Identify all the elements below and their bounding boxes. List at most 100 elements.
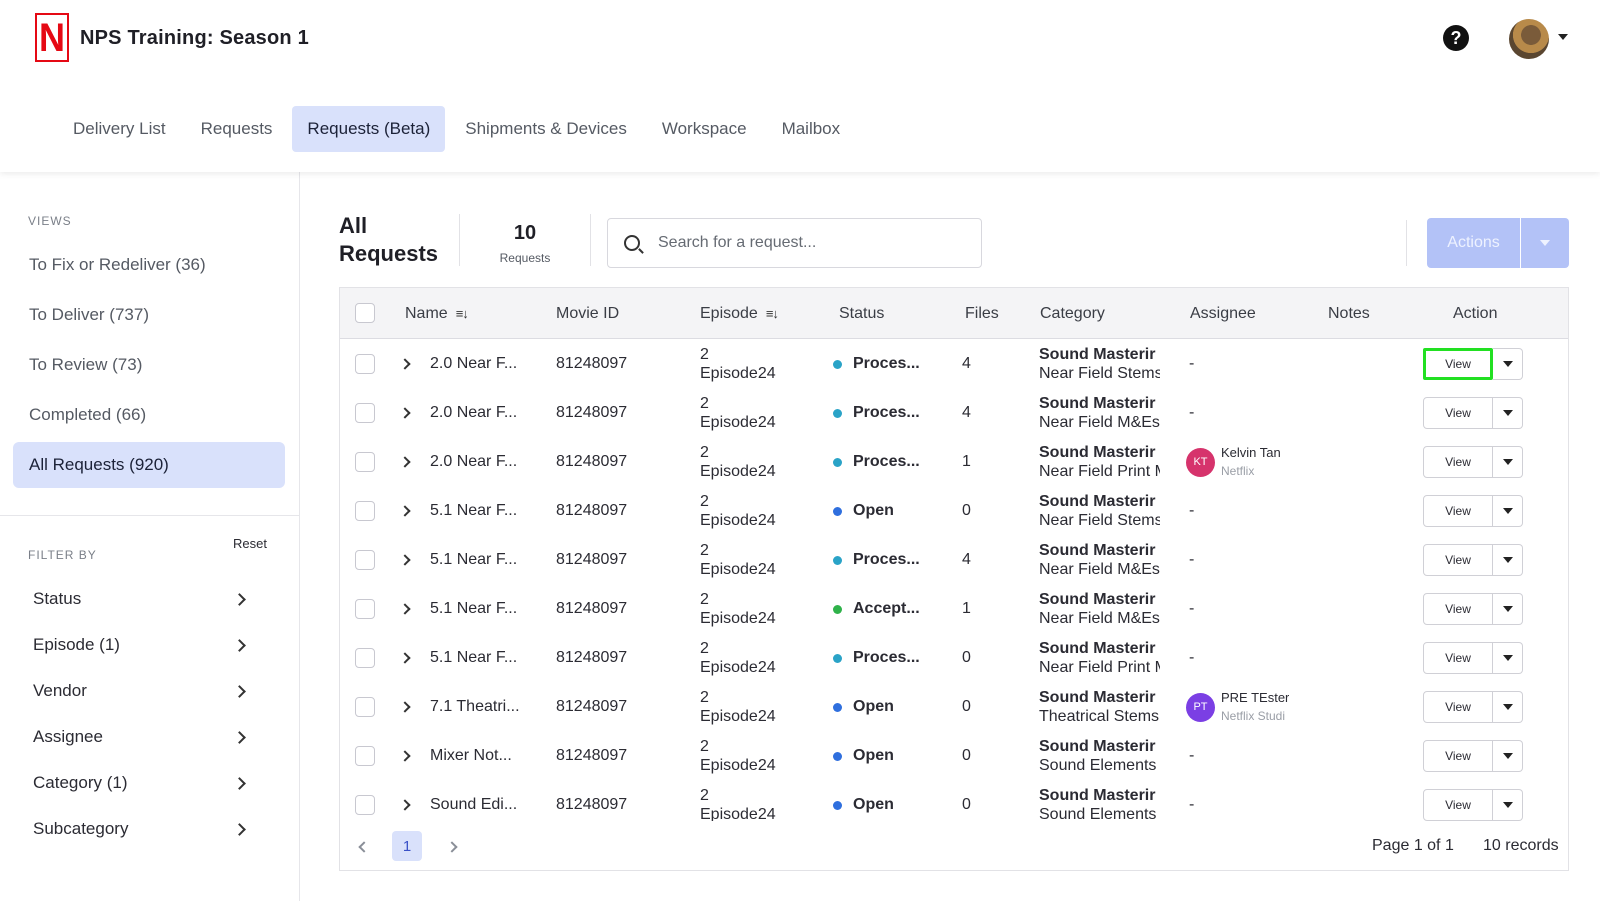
view-button[interactable]: View	[1423, 691, 1493, 723]
expand-row-icon[interactable]	[399, 603, 411, 615]
tab-workspace[interactable]: Workspace	[647, 106, 762, 152]
table-row[interactable]: 2.0 Near F... 81248097 2 Episode24 Proces...…	[340, 437, 1568, 487]
row-checkbox[interactable]	[355, 550, 375, 570]
cell-name[interactable]: Sound Edi...	[430, 780, 550, 821]
expand-row-icon[interactable]	[399, 554, 411, 566]
tab-requests[interactable]: Requests	[186, 106, 288, 152]
expand-row-icon[interactable]	[399, 750, 411, 762]
view-dropdown-button[interactable]	[1493, 691, 1523, 723]
search-box[interactable]	[607, 218, 982, 268]
column-header-movie-id[interactable]: Movie ID	[556, 288, 619, 339]
cell-name[interactable]: 5.1 Near F...	[430, 633, 550, 683]
sort-icon[interactable]: ≡↓	[456, 306, 469, 321]
help-icon[interactable]: ?	[1443, 25, 1469, 51]
view-to-deliver[interactable]: To Deliver (737)	[13, 292, 285, 338]
row-checkbox[interactable]	[355, 501, 375, 521]
view-button[interactable]: View	[1423, 642, 1493, 674]
column-header-status[interactable]: Status	[839, 288, 884, 339]
expand-row-icon[interactable]	[399, 456, 411, 468]
filter-assignee[interactable]: Assignee	[33, 722, 248, 752]
column-header-notes[interactable]: Notes	[1328, 288, 1370, 339]
view-completed[interactable]: Completed (66)	[13, 392, 285, 438]
tab-delivery-list[interactable]: Delivery List	[58, 106, 181, 152]
view-button[interactable]: View	[1423, 544, 1493, 576]
expand-row-icon[interactable]	[399, 652, 411, 664]
view-dropdown-button[interactable]	[1493, 593, 1523, 625]
view-to-review[interactable]: To Review (73)	[13, 342, 285, 388]
row-checkbox[interactable]	[355, 599, 375, 619]
column-header-assignee[interactable]: Assignee	[1190, 288, 1256, 339]
actions-dropdown-button[interactable]	[1521, 218, 1569, 268]
cell-name[interactable]: 2.0 Near F...	[430, 388, 550, 438]
expand-row-icon[interactable]	[399, 799, 411, 811]
sort-icon[interactable]: ≡↓	[766, 306, 779, 321]
view-button[interactable]: View	[1423, 495, 1493, 527]
filter-status[interactable]: Status	[33, 584, 248, 614]
netflix-logo[interactable]: N	[35, 13, 69, 62]
actions-button[interactable]: Actions	[1427, 218, 1520, 268]
tab-shipments-devices[interactable]: Shipments & Devices	[450, 106, 642, 152]
reset-filters-link[interactable]: Reset	[233, 536, 267, 551]
column-header-name[interactable]: Name ≡↓	[405, 288, 469, 339]
row-checkbox[interactable]	[355, 403, 375, 423]
tab-requests-beta[interactable]: Requests (Beta)	[292, 106, 446, 152]
row-checkbox[interactable]	[355, 795, 375, 815]
cell-name[interactable]: 7.1 Theatri...	[430, 682, 550, 732]
view-all-requests[interactable]: All Requests (920)	[13, 442, 285, 488]
next-page-icon[interactable]	[446, 841, 458, 853]
prev-page-icon[interactable]	[358, 841, 370, 853]
expand-row-icon[interactable]	[399, 701, 411, 713]
expand-row-icon[interactable]	[399, 358, 411, 370]
cell-name[interactable]: 5.1 Near F...	[430, 535, 550, 585]
table-row[interactable]: 2.0 Near F... 81248097 2 Episode24 Proces...…	[340, 339, 1568, 389]
view-button[interactable]: View	[1423, 446, 1493, 478]
table-row[interactable]: 5.1 Near F... 81248097 2 Episode24 Proces...…	[340, 633, 1568, 683]
expand-row-icon[interactable]	[399, 505, 411, 517]
search-input[interactable]	[658, 234, 958, 252]
cell-name[interactable]: 5.1 Near F...	[430, 486, 550, 536]
view-dropdown-button[interactable]	[1493, 348, 1523, 380]
row-checkbox[interactable]	[355, 697, 375, 717]
table-row[interactable]: Mixer Not... 81248097 2 Episode24 Open 0 Sound…	[340, 731, 1568, 781]
table-row[interactable]: 5.1 Near F... 81248097 2 Episode24 Accept...…	[340, 584, 1568, 634]
view-dropdown-button[interactable]	[1493, 642, 1523, 674]
view-button[interactable]: View	[1423, 740, 1493, 772]
row-checkbox[interactable]	[355, 746, 375, 766]
row-checkbox[interactable]	[355, 648, 375, 668]
view-button[interactable]: View	[1423, 593, 1493, 625]
column-header-category[interactable]: Category	[1040, 288, 1105, 339]
view-button[interactable]: View	[1423, 789, 1493, 821]
table-row[interactable]: 2.0 Near F... 81248097 2 Episode24 Proces...…	[340, 388, 1568, 438]
page-number-current[interactable]: 1	[392, 831, 422, 861]
view-dropdown-button[interactable]	[1493, 544, 1523, 576]
view-button[interactable]: View	[1423, 348, 1493, 380]
user-avatar[interactable]	[1509, 19, 1549, 59]
view-dropdown-button[interactable]	[1493, 446, 1523, 478]
view-dropdown-button[interactable]	[1493, 740, 1523, 772]
filter-subcategory[interactable]: Subcategory	[33, 814, 248, 844]
row-checkbox[interactable]	[355, 354, 375, 374]
filter-category[interactable]: Category (1)	[33, 768, 248, 798]
cell-name[interactable]: 5.1 Near F...	[430, 584, 550, 634]
row-checkbox[interactable]	[355, 452, 375, 472]
cell-name[interactable]: 2.0 Near F...	[430, 437, 550, 487]
table-row[interactable]: Sound Edi... 81248097 2 Episode24 Open 0 Sound…	[340, 780, 1568, 821]
chevron-down-icon[interactable]	[1558, 34, 1568, 40]
view-to-fix[interactable]: To Fix or Redeliver (36)	[13, 242, 285, 288]
table-row[interactable]: 5.1 Near F... 81248097 2 Episode24 Open 0 Soun…	[340, 486, 1568, 536]
view-dropdown-button[interactable]	[1493, 789, 1523, 821]
select-all-checkbox[interactable]	[355, 303, 375, 323]
view-dropdown-button[interactable]	[1493, 495, 1523, 527]
table-row[interactable]: 7.1 Theatri... 81248097 2 Episode24 Open 0 Sou…	[340, 682, 1568, 732]
column-header-files[interactable]: Files	[965, 288, 999, 339]
view-button[interactable]: View	[1423, 397, 1493, 429]
filter-episode[interactable]: Episode (1)	[33, 630, 248, 660]
view-dropdown-button[interactable]	[1493, 397, 1523, 429]
expand-row-icon[interactable]	[399, 407, 411, 419]
cell-name[interactable]: Mixer Not...	[430, 731, 550, 781]
filter-vendor[interactable]: Vendor	[33, 676, 248, 706]
cell-name[interactable]: 2.0 Near F...	[430, 339, 550, 389]
tab-mailbox[interactable]: Mailbox	[767, 106, 856, 152]
table-row[interactable]: 5.1 Near F... 81248097 2 Episode24 Proces...…	[340, 535, 1568, 585]
column-header-episode[interactable]: Episode ≡↓	[700, 288, 779, 339]
